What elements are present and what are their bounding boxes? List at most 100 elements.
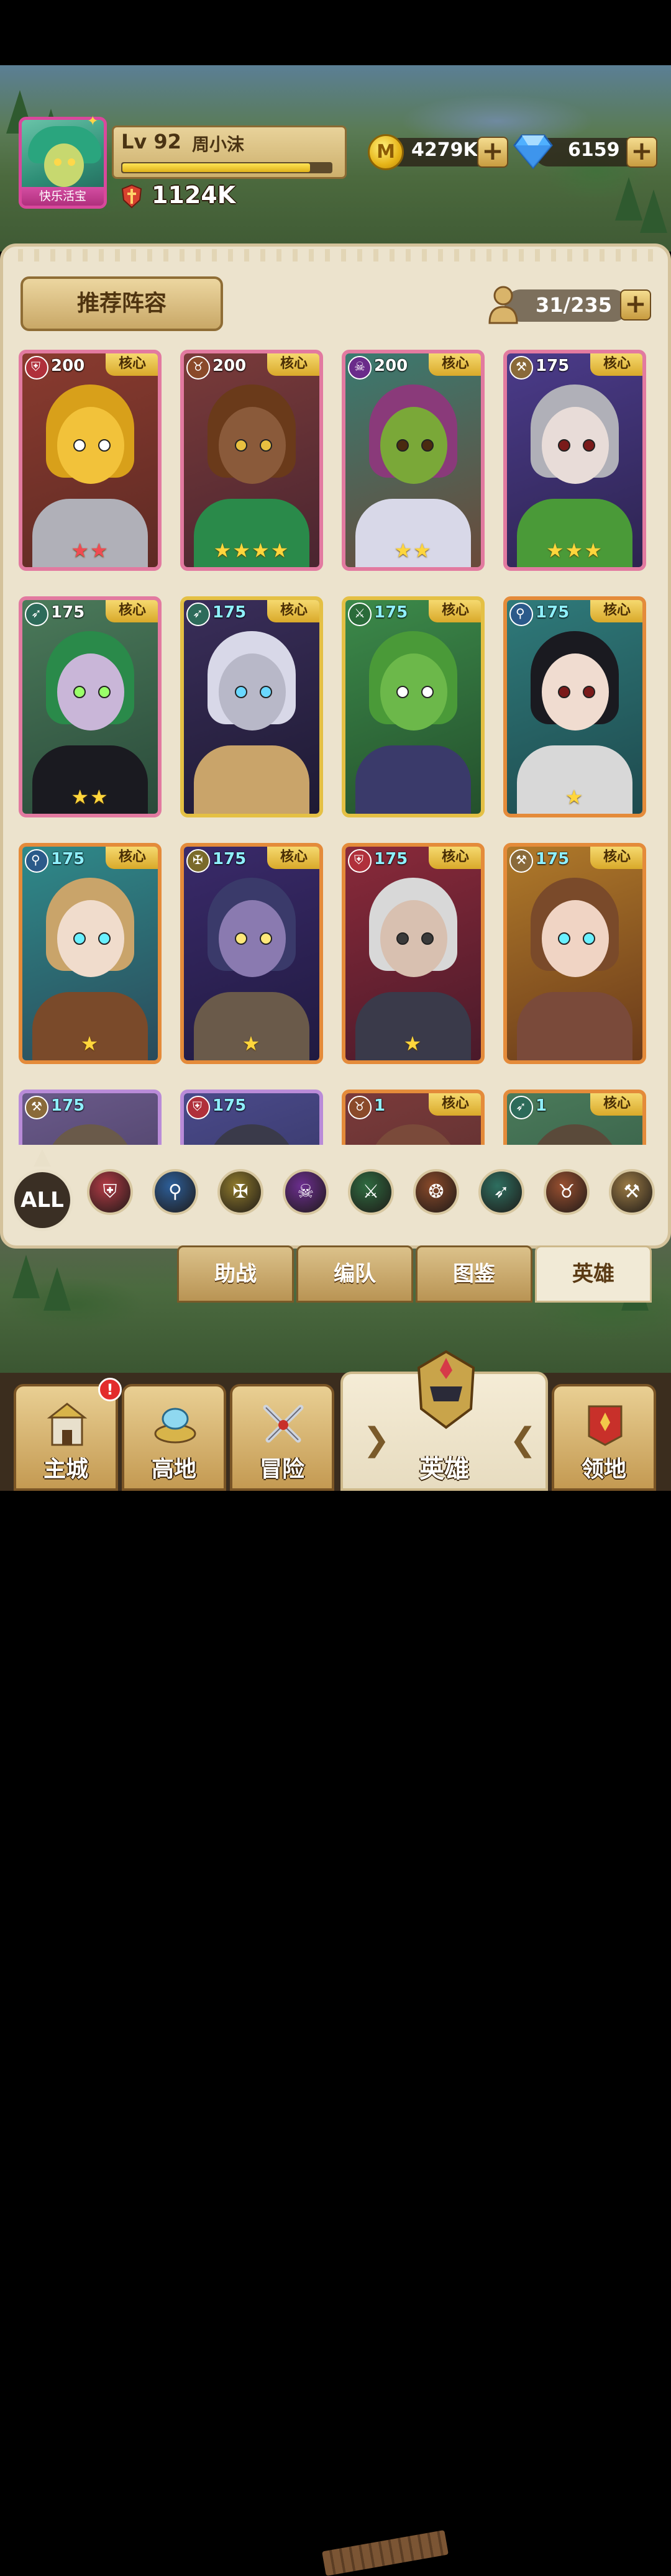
hero-face [542, 407, 609, 484]
nav-label: 冒险 [259, 1457, 304, 1482]
hero-level: 175 [212, 603, 247, 622]
hero-face [542, 653, 609, 730]
shield-icon: ⛨ [25, 356, 48, 380]
tab-formation[interactable]: 编队 [296, 1245, 413, 1303]
hero-stars: ★★ [394, 539, 432, 562]
hero-card[interactable]: ♉ 1 核心 [342, 1090, 485, 1145]
core-tag: 核心 [106, 353, 158, 376]
diamond-icon [513, 134, 553, 169]
hero-level: 175 [51, 603, 85, 622]
core-tag: 核心 [429, 353, 481, 376]
hero-card[interactable]: ⛨ 175 核心 ★ [342, 843, 485, 1064]
nav-adventure[interactable]: 冒险 [230, 1384, 334, 1491]
class-glyph: ♉ [193, 359, 204, 374]
hero-card[interactable]: ⚲ 175 核心 ★ [503, 596, 646, 817]
hero-card[interactable]: ✠ 175 核心 ★ [180, 843, 323, 1064]
hero-card[interactable]: ➶ 175 核心 [180, 596, 323, 817]
nav-main-city[interactable]: 主城 [14, 1384, 118, 1491]
blades-icon: ⚔ [362, 1181, 380, 1203]
hero-card[interactable]: ➶ 1 核心 [503, 1090, 646, 1145]
blades-filter-button[interactable]: ⚔ [348, 1169, 394, 1215]
add-gold-button[interactable]: + [477, 137, 508, 168]
player-avatar[interactable]: 快乐活宝 [19, 117, 107, 209]
hero-stars: ★★★ [545, 539, 604, 562]
class-glyph: ⚲ [31, 852, 40, 867]
hero-eye [98, 932, 111, 945]
axe-icon: ⚒ [25, 1096, 48, 1119]
nav-label: 主城 [43, 1457, 88, 1482]
bow-icon: ➶ [186, 603, 210, 626]
axe-icon: ⚒ [509, 849, 533, 873]
expand-roster-button[interactable]: + [620, 289, 651, 321]
class-glyph: ☠ [354, 359, 365, 374]
hero-portrait [507, 847, 642, 1060]
tab-codex[interactable]: 图鉴 [416, 1245, 532, 1303]
banner-icon [588, 1405, 623, 1446]
class-glyph: ➶ [31, 606, 42, 621]
nav-territory[interactable]: 领地 [552, 1384, 656, 1491]
hero-card[interactable]: ☠ 200 核心 ★★ [342, 350, 485, 571]
holy-icon: ✠ [186, 849, 210, 873]
hero-hair [531, 1124, 619, 1145]
xp-bar-fill [122, 163, 311, 172]
add-gems-button[interactable]: + [626, 137, 657, 168]
hero-eye [396, 686, 409, 698]
staff-filter-button[interactable]: ⚲ [152, 1169, 198, 1215]
hero-face [219, 653, 286, 730]
hero-face [380, 407, 447, 484]
hero-hair [208, 1124, 296, 1145]
blades-icon: ⚔ [348, 603, 372, 626]
hero-card[interactable]: ⛨ 200 核心 ★★ [19, 350, 162, 571]
hero-portrait [345, 353, 481, 567]
class-glyph: ⚒ [31, 1099, 42, 1114]
hero-stars: ★ [242, 1032, 262, 1055]
hero-eye [73, 686, 86, 698]
hero-eye [558, 932, 570, 945]
holy-filter-button[interactable]: ✠ [217, 1169, 263, 1215]
hero-card[interactable]: ⚒ 175 核心 [503, 843, 646, 1064]
tab-support[interactable]: 助战 [177, 1245, 294, 1303]
hero-card[interactable]: ⚒ 175 核心 ★★★ [503, 350, 646, 571]
hero-card[interactable]: ⛨ 175 [180, 1090, 323, 1145]
axe-icon: ⚒ [509, 356, 533, 380]
hero-portrait [507, 353, 642, 567]
staff-icon: ⚲ [25, 849, 48, 873]
hero-card[interactable]: ♉ 200 核心 ★★★★ [180, 350, 323, 571]
beast-icon: ♉ [558, 1181, 575, 1203]
gem-value: 6159 [568, 139, 620, 161]
panel-decoration [7, 249, 664, 262]
avatar-label: 快乐活宝 [22, 187, 104, 206]
hero-card[interactable]: ⚒ 175 [19, 1090, 162, 1145]
shield-icon: ⛨ [103, 1181, 117, 1203]
hero-card[interactable]: ⚲ 175 核心 ★ [19, 843, 162, 1064]
hero-level: 200 [51, 357, 85, 375]
hero-level: 175 [51, 1096, 85, 1115]
shield-filter-button[interactable]: ⛨ [87, 1169, 133, 1215]
recommended-lineup-button[interactable]: 推荐阵容 [21, 276, 223, 331]
core-tag: 核心 [590, 847, 642, 869]
hero-level: 1 [374, 1096, 386, 1115]
hero-hair [369, 1124, 457, 1145]
tab-heroes[interactable]: 英雄 [535, 1245, 652, 1303]
staff-icon: ⚲ [509, 603, 533, 626]
hero-face [219, 900, 286, 977]
hero-portrait [22, 353, 158, 567]
hero-level: 175 [536, 603, 570, 622]
beast-filter-button[interactable]: ♉ [544, 1169, 590, 1215]
hero-eye [98, 686, 111, 698]
skull-filter-button[interactable]: ☠ [283, 1169, 329, 1215]
axe-filter-button[interactable]: ⚒ [609, 1169, 655, 1215]
paw-filter-button[interactable]: ❂ [413, 1169, 459, 1215]
class-glyph: ✠ [193, 852, 203, 867]
hero-body [355, 745, 471, 814]
hero-eye [583, 932, 595, 945]
bow-filter-button[interactable]: ➶ [478, 1169, 524, 1215]
hero-card[interactable]: ⚔ 175 核心 [342, 596, 485, 817]
nav-heroes[interactable]: ❯ ❮ 英雄 [340, 1350, 548, 1491]
hero-card[interactable]: ➶ 175 核心 ★★ [19, 596, 162, 817]
hero-body [194, 745, 309, 814]
hero-body [517, 992, 632, 1060]
star-icon: ✦ [87, 114, 99, 129]
class-glyph: ⚒ [516, 852, 527, 867]
nav-highland[interactable]: 高地 [122, 1384, 226, 1491]
